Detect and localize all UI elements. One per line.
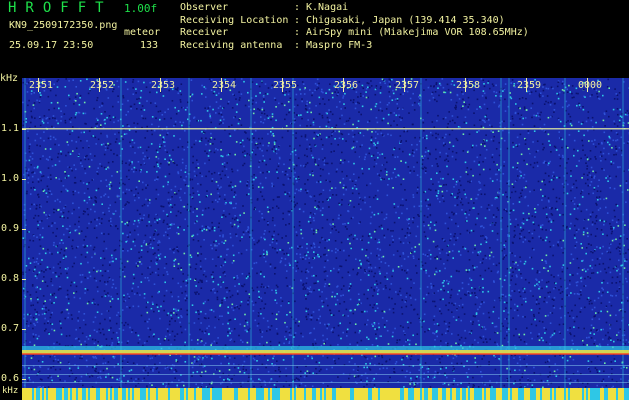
filename-label: KN9_2509172350.png bbox=[9, 20, 118, 31]
time-label: 2357 bbox=[395, 80, 420, 91]
time-label: 2353 bbox=[151, 80, 176, 91]
info-key: Receiving Location bbox=[180, 14, 289, 26]
time-label: 2351 bbox=[29, 80, 54, 91]
info-value: Chigasaki, Japan (139.414 35.340) bbox=[306, 14, 505, 26]
freq-label: 0.6 bbox=[1, 373, 20, 384]
info-row-antenna: Receiving antenna: Maspro FM-3 bbox=[180, 39, 373, 51]
header-panel: HROFFT 1.00f KN9_2509172350.png meteor 2… bbox=[0, 0, 629, 78]
info-value: K.Nagai bbox=[306, 2, 349, 13]
info-row-receiver: Receiver: AirSpy mini (Miakejima VOR 108.… bbox=[180, 27, 529, 38]
time-label: 2356 bbox=[334, 80, 359, 91]
info-row-location: Receiving Location: Chigasaki, Japan (139… bbox=[180, 14, 505, 26]
count-label: 133 bbox=[140, 40, 159, 51]
spectrogram bbox=[22, 78, 629, 400]
time-label: 2355 bbox=[273, 80, 298, 91]
freq-label: 1.1 bbox=[1, 123, 20, 134]
info-value: AirSpy mini (Miakejima VOR 108.65MHz) bbox=[306, 27, 529, 38]
freq-label: 0.9 bbox=[1, 223, 20, 234]
info-row-observer: Observer: K.Nagai bbox=[180, 2, 349, 13]
info-key: Receiving antenna bbox=[180, 39, 283, 51]
time-label: 2358 bbox=[456, 80, 481, 91]
app-title: HROFFT bbox=[8, 0, 113, 16]
station-info: Observer: K.Nagai Receiving Location: Chig… bbox=[180, 2, 529, 52]
version-label: 1.00f bbox=[124, 2, 158, 15]
time-label: 2354 bbox=[212, 80, 237, 91]
mode-label: meteor bbox=[124, 27, 161, 38]
info-key: Observer bbox=[180, 2, 229, 13]
info-value: Maspro FM-3 bbox=[306, 39, 373, 51]
freq-axis: 1.1 1.0 0.9 0.8 0.7 0.6 kHz bbox=[0, 0, 22, 400]
time-label: 0000 bbox=[578, 80, 603, 91]
info-key: Receiver bbox=[180, 27, 229, 38]
freq-label: 0.8 bbox=[1, 273, 20, 284]
spectrogram-canvas bbox=[22, 78, 629, 400]
time-label: 2359 bbox=[517, 80, 542, 91]
time-label: 2352 bbox=[90, 80, 115, 91]
freq-label: 0.7 bbox=[1, 323, 20, 334]
freq-unit-bottom: kHz bbox=[2, 386, 19, 396]
freq-label: 1.0 bbox=[1, 173, 20, 184]
